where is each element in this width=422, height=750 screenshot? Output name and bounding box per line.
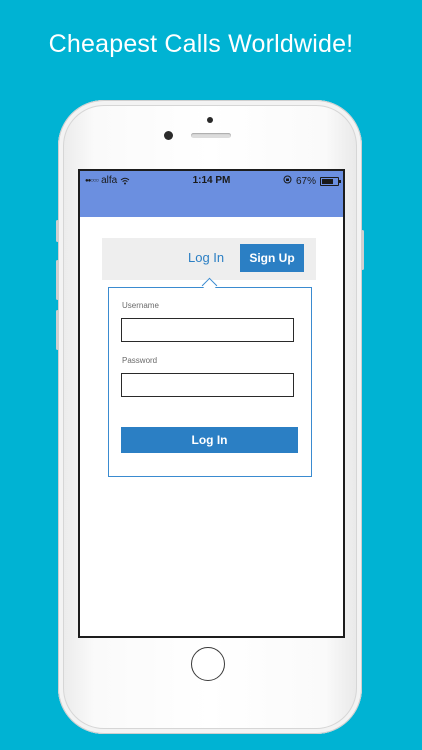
- password-label: Password: [122, 356, 158, 365]
- tab-sign-up[interactable]: Sign Up: [240, 244, 304, 272]
- earpiece-speaker: [191, 133, 231, 138]
- orientation-lock-icon: [283, 175, 292, 187]
- volume-down-button: [56, 310, 59, 350]
- promo-title: Cheapest Calls Worldwide!: [48, 30, 354, 58]
- battery-percentage: 67%: [295, 175, 316, 187]
- home-button[interactable]: [191, 647, 225, 681]
- phone-frame: ●●○○○ alfa 1:14 PM 67% Log In Sign Up Us…: [56, 100, 364, 734]
- login-form: Username Password Log In: [108, 287, 312, 477]
- app-header: [80, 191, 343, 217]
- status-right: 67%: [283, 175, 341, 187]
- mute-switch: [56, 220, 59, 242]
- login-button[interactable]: Log In: [121, 427, 298, 453]
- auth-tab-bar: Log In Sign Up: [102, 238, 316, 280]
- front-camera: [164, 131, 173, 140]
- username-label: Username: [122, 301, 159, 310]
- username-input[interactable]: [121, 318, 294, 342]
- phone-screen: ●●○○○ alfa 1:14 PM 67% Log In Sign Up Us…: [78, 169, 345, 638]
- power-button: [361, 230, 364, 270]
- battery-icon: [320, 176, 341, 186]
- volume-up-button: [56, 260, 59, 300]
- password-input[interactable]: [121, 373, 294, 397]
- proximity-sensor: [207, 117, 213, 123]
- status-bar: ●●○○○ alfa 1:14 PM 67%: [80, 171, 343, 191]
- tab-log-in[interactable]: Log In: [188, 250, 224, 265]
